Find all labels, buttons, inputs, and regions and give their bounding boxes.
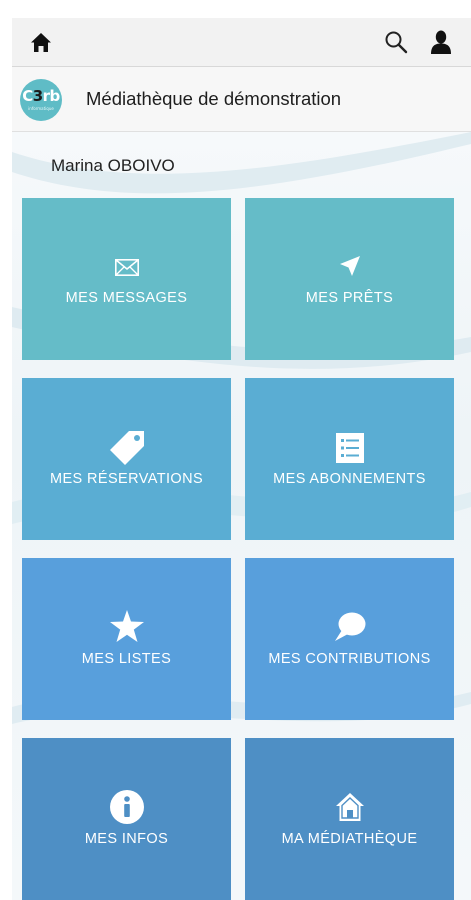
list-icon bbox=[335, 433, 364, 463]
top-navbar bbox=[12, 18, 471, 67]
tile-loans[interactable]: MES PRÊTS bbox=[245, 198, 454, 360]
app-screen: C3rb informatique Médiathèque de démonst… bbox=[0, 0, 471, 900]
logo-subtext: informatique bbox=[28, 106, 54, 111]
tile-reservations[interactable]: MES RÉSERVATIONS bbox=[22, 378, 231, 540]
site-title: Médiathèque de démonstration bbox=[86, 88, 342, 109]
info-icon bbox=[109, 790, 144, 824]
tile-subscriptions[interactable]: MES ABONNEMENTS bbox=[245, 378, 454, 540]
search-icon bbox=[385, 31, 408, 54]
tile-contributions[interactable]: MES CONTRIBUTIONS bbox=[245, 558, 454, 720]
tile-messages[interactable]: MES MESSAGES bbox=[22, 198, 231, 360]
user-icon bbox=[431, 30, 451, 54]
library-logo[interactable]: C3rb informatique bbox=[20, 79, 62, 121]
tile-label: MES PRÊTS bbox=[305, 290, 394, 306]
search-button[interactable] bbox=[384, 30, 408, 54]
user-account-button[interactable] bbox=[430, 30, 452, 54]
brand-header: C3rb informatique Médiathèque de démonst… bbox=[12, 67, 471, 132]
star-icon bbox=[109, 610, 144, 642]
tile-info[interactable]: MES INFOS bbox=[22, 738, 231, 900]
tile-label: MES LISTES bbox=[81, 651, 172, 667]
tile-label: MES ABONNEMENTS bbox=[273, 471, 426, 487]
tile-label: MA MÉDIATHÈQUE bbox=[281, 831, 418, 847]
tile-label: MES INFOS bbox=[84, 831, 169, 847]
home-icon bbox=[31, 33, 51, 52]
home-button[interactable] bbox=[30, 32, 52, 54]
paper-plane-icon bbox=[339, 256, 360, 276]
tile-label: MES CONTRIBUTIONS bbox=[268, 651, 431, 667]
tile-label: MES RÉSERVATIONS bbox=[49, 471, 204, 487]
user-name: Marina OBOIVO bbox=[51, 156, 175, 175]
envelope-icon bbox=[114, 259, 139, 276]
tile-lists[interactable]: MES LISTES bbox=[22, 558, 231, 720]
speech-bubble-icon bbox=[334, 612, 365, 641]
tag-icon bbox=[109, 431, 144, 465]
tile-my-library[interactable]: MA MÉDIATHÈQUE bbox=[245, 738, 454, 900]
house-icon bbox=[335, 793, 364, 821]
logo-text: C3rb bbox=[22, 87, 60, 105]
tile-label: MES MESSAGES bbox=[65, 290, 188, 306]
dashboard-content: Marina OBOIVO MES MESSAGES MES PRÊTS MES… bbox=[12, 132, 471, 900]
